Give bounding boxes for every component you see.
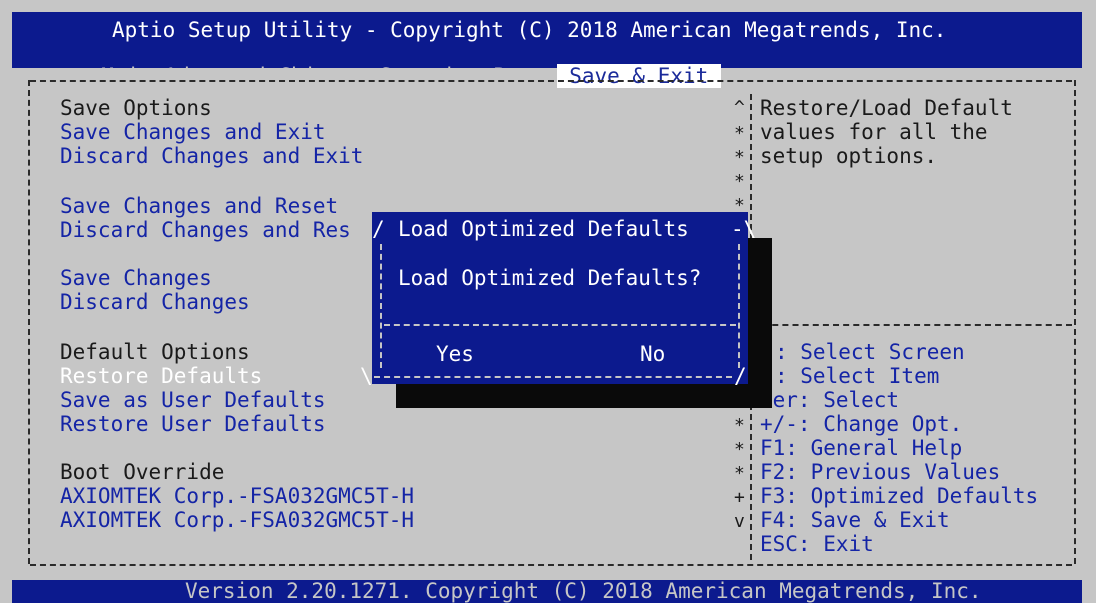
discard-changes-and-exit[interactable]: Discard Changes and Exit [60, 144, 363, 168]
default-options-heading: Default Options [60, 340, 250, 364]
frame-right-border [1074, 80, 1076, 564]
tab-save-exit[interactable]: Save & Exit [556, 64, 721, 88]
save-as-user-defaults[interactable]: Save as User Defaults [60, 388, 326, 412]
restore-user-defaults[interactable]: Restore User Defaults [60, 412, 326, 436]
tab-security[interactable]: Security [380, 64, 481, 88]
help-text-line: values for all the [760, 120, 988, 144]
scroll-up-arrow[interactable]: ^ [734, 96, 745, 120]
scroll-down-arrow[interactable]: v [734, 510, 745, 534]
help-divider [752, 324, 1072, 326]
dialog-border-corner: \ [360, 364, 373, 388]
scrollbar-track-mark: * [734, 415, 745, 436]
frame-left-border [28, 80, 30, 564]
tab-advanced[interactable]: Advanced [165, 64, 266, 88]
scrollbar-thumb[interactable]: + [734, 486, 745, 510]
dialog-bottom-border [374, 376, 732, 378]
key-legend-f2: F2: Previous Values [760, 460, 1001, 484]
key-legend-change-opt: +/-: Change Opt. [760, 412, 963, 436]
version-text: Version 2.20.1271. Copyright (C) 2018 Am… [185, 579, 982, 603]
dialog-shadow [748, 238, 772, 406]
dialog-border-corner: / [734, 364, 747, 388]
key-legend-enter: ter: Select [760, 388, 900, 412]
boot-override-item[interactable]: AXIOMTEK Corp.-FSA032GMC5T-H [60, 508, 414, 532]
tab-main[interactable]: Main [101, 64, 152, 88]
dialog-border-corner: -\ [731, 217, 757, 241]
restore-defaults[interactable]: Restore Defaults [60, 364, 262, 388]
frame-bottom-border [30, 564, 1072, 566]
frame-top-border [30, 80, 1072, 82]
help-text-line: Restore/Load Default [760, 96, 1013, 120]
boot-override-item[interactable]: AXIOMTEK Corp.-FSA032GMC5T-H [60, 484, 414, 508]
dialog-question: Load Optimized Defaults? [398, 266, 702, 290]
tab-chipset[interactable]: Chipset [278, 64, 367, 88]
dialog-border-corner: / [372, 217, 385, 241]
dialog-yes-button[interactable]: Yes [436, 342, 474, 366]
key-legend-esc: ESC: Exit [760, 532, 874, 556]
key-legend-select-screen: : Select Screen [775, 340, 965, 364]
dialog-right-border [738, 244, 740, 368]
dialog-separator [384, 324, 736, 326]
dialog-title: Load Optimized Defaults [398, 217, 689, 241]
scrollbar-track-mark: * [734, 123, 745, 144]
save-changes[interactable]: Save Changes [60, 266, 212, 290]
key-legend-select-item: : Select Item [775, 364, 940, 388]
discard-changes[interactable]: Discard Changes [60, 290, 250, 314]
dialog-no-button[interactable]: No [640, 342, 665, 366]
scrollbar-track-mark: * [734, 171, 745, 192]
dialog-shadow [396, 384, 772, 408]
scrollbar-track-mark: * [734, 463, 745, 484]
scrollbar-track-mark: * [734, 439, 745, 460]
save-options-heading: Save Options [60, 96, 212, 120]
save-changes-and-reset[interactable]: Save Changes and Reset [60, 194, 338, 218]
app-title: Aptio Setup Utility - Copyright (C) 2018… [112, 18, 947, 42]
boot-override-heading: Boot Override [60, 460, 225, 484]
key-legend-f1: F1: General Help [760, 436, 963, 460]
scrollbar-track-mark: * [734, 147, 745, 168]
tab-save-exit-label: Save & Exit [569, 64, 709, 88]
key-legend-f3: F3: Optimized Defaults [760, 484, 1039, 508]
save-changes-and-exit[interactable]: Save Changes and Exit [60, 120, 326, 144]
tab-boot[interactable]: Boot [493, 64, 544, 88]
help-text-line: setup options. [760, 144, 938, 168]
dialog-left-border [380, 244, 382, 368]
discard-changes-and-reset[interactable]: Discard Changes and Res [60, 218, 351, 242]
key-legend-f4: F4: Save & Exit [760, 508, 950, 532]
